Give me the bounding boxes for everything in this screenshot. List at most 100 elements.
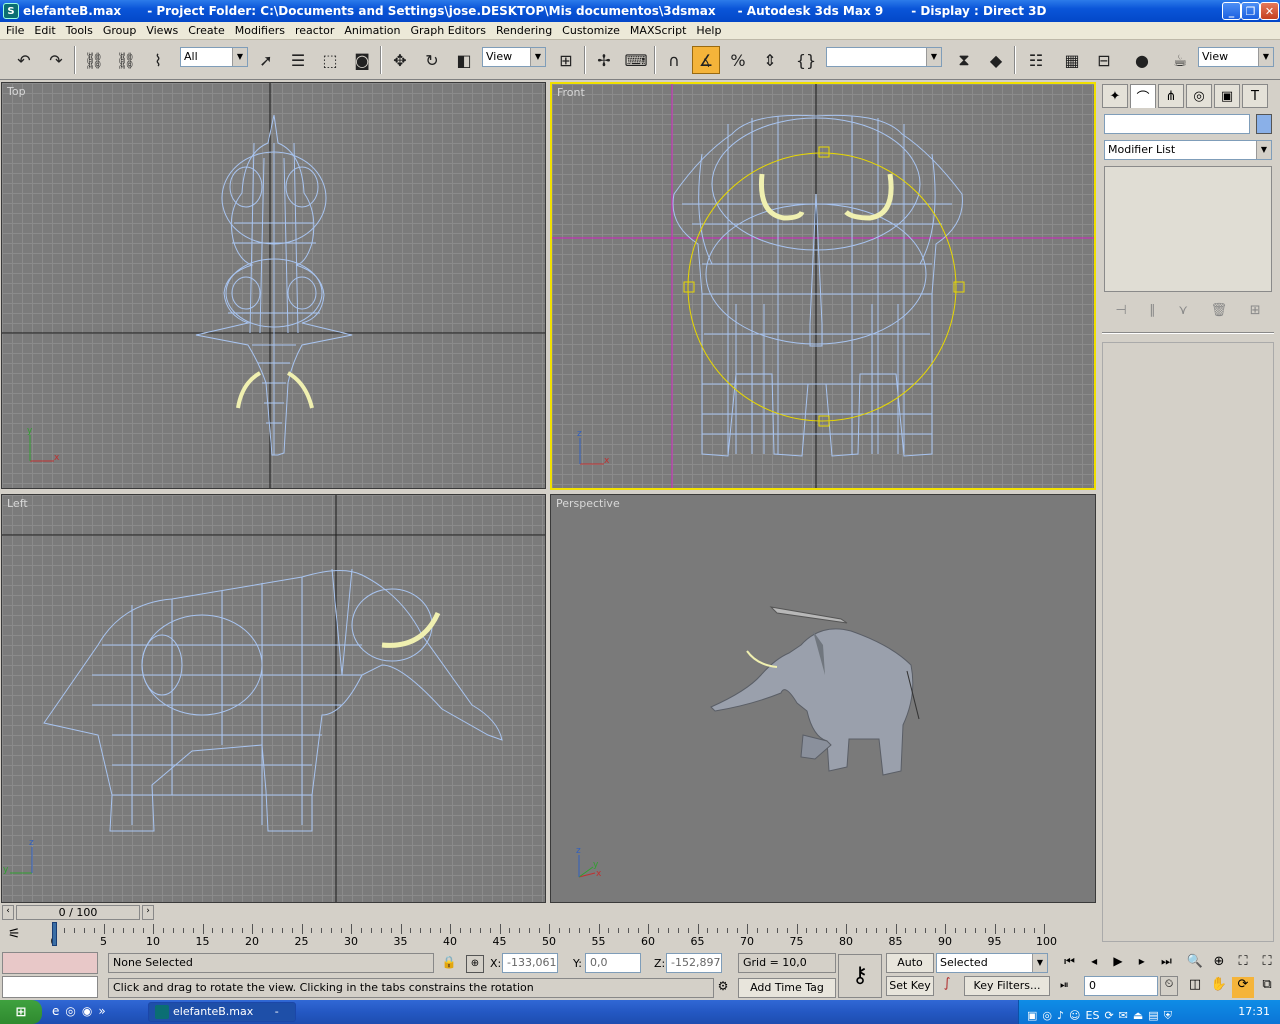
menu-edit[interactable]: Edit xyxy=(29,22,60,40)
set-keys-key-icon[interactable]: ⚷ xyxy=(838,954,882,998)
maximize-viewport-icon[interactable]: ⧉ xyxy=(1256,977,1278,998)
window-crossing-icon[interactable]: ◙ xyxy=(348,46,376,74)
bind-space-warp-icon[interactable]: ⌇ xyxy=(144,46,172,74)
media-player-icon[interactable]: ◉ xyxy=(82,1004,92,1020)
object-name-field[interactable] xyxy=(1104,114,1250,134)
viewport-left[interactable]: y z Left xyxy=(1,494,546,903)
move-icon[interactable]: ✥ xyxy=(386,46,414,74)
auto-key-button[interactable]: Auto Key xyxy=(886,953,934,987)
select-and-manipulate-icon[interactable]: ✢ xyxy=(590,46,618,74)
y-coordinate-field[interactable]: 0,0 xyxy=(585,953,641,973)
named-selection-sets-dropdown[interactable]: ▼ xyxy=(826,47,942,67)
start-button[interactable]: ⊞ xyxy=(0,1000,42,1024)
current-frame-field[interactable]: 0 xyxy=(1084,976,1158,996)
3dsmax-app-icon[interactable]: S xyxy=(3,3,19,19)
zoom-all-icon[interactable]: ⊕ xyxy=(1208,954,1230,975)
maxscript-input[interactable] xyxy=(2,976,98,998)
messenger-icon[interactable]: ☺ xyxy=(1069,1004,1080,1022)
go-to-start-icon[interactable]: ⏮ xyxy=(1064,954,1075,974)
absolute-mode-icon[interactable]: ⊕ xyxy=(466,955,484,973)
field-of-view-icon[interactable]: ◫ xyxy=(1184,977,1206,998)
time-configuration-icon[interactable]: ⏲ xyxy=(1160,976,1178,996)
maximize-button[interactable]: ❐ xyxy=(1241,2,1260,20)
pivot-center-icon[interactable]: ⊞ xyxy=(552,46,580,74)
arc-rotate-icon[interactable]: ⟳ xyxy=(1232,977,1254,998)
viewport-front[interactable]: x z Front xyxy=(550,82,1096,490)
security-icon[interactable]: ⛨ xyxy=(1164,1004,1172,1022)
percent-snap-icon[interactable]: % xyxy=(724,46,752,74)
rectangular-selection-icon[interactable]: ⬚ xyxy=(316,46,344,74)
modify-tab-icon[interactable]: ⌒ xyxy=(1130,84,1156,108)
lock-selection-icon[interactable]: 🔒 xyxy=(440,955,458,973)
pin-stack-icon[interactable]: ⊣ xyxy=(1115,303,1126,318)
snap-status-icon[interactable]: ⚙ xyxy=(714,979,732,997)
render-view-dropdown[interactable]: View ▼ xyxy=(1198,47,1274,67)
menu-file[interactable]: File xyxy=(1,22,29,40)
mirror-icon[interactable]: ⧗ xyxy=(950,46,978,74)
remove-modifier-icon[interactable]: 🗑 xyxy=(1211,303,1228,318)
show-end-result-icon[interactable]: ∥ xyxy=(1149,303,1156,318)
undo-icon[interactable]: ↶ xyxy=(10,46,38,74)
spinner-snap-icon[interactable]: ⇕ xyxy=(756,46,784,74)
viewport-label-front[interactable]: Front xyxy=(557,86,585,99)
redo-icon[interactable]: ↷ xyxy=(42,46,70,74)
quick-launch-more-icon[interactable]: » xyxy=(98,1004,105,1020)
align-icon[interactable]: ◆ xyxy=(982,46,1010,74)
select-and-link-icon[interactable]: ⛓ xyxy=(80,46,108,74)
default-in-out-tangent-icon[interactable]: ∫ xyxy=(936,976,958,996)
motion-tab-icon[interactable]: ◎ xyxy=(1186,84,1212,108)
render-scene-icon[interactable]: ☕ xyxy=(1166,46,1194,74)
pan-view-icon[interactable]: ✋ xyxy=(1208,977,1230,998)
menu-help[interactable]: Help xyxy=(691,22,726,40)
close-button[interactable]: ✕ xyxy=(1260,2,1279,20)
configure-modifier-sets-icon[interactable]: ⊞ xyxy=(1250,303,1261,318)
slider-prev-icon[interactable]: ‹ xyxy=(2,905,14,920)
next-frame-icon[interactable]: ▸ xyxy=(1139,954,1145,974)
reference-coord-dropdown[interactable]: View ▼ xyxy=(482,47,546,67)
viewport-label-top[interactable]: Top xyxy=(7,85,26,98)
menu-maxscript[interactable]: MAXScript xyxy=(625,22,691,40)
menu-group[interactable]: Group xyxy=(98,22,142,40)
selection-filter-dropdown[interactable]: All ▼ xyxy=(180,47,248,67)
viewport-label-perspective[interactable]: Perspective xyxy=(556,497,620,510)
edit-named-selection-icon[interactable]: {} xyxy=(792,46,820,74)
display-tab-icon[interactable]: ▣ xyxy=(1214,84,1240,108)
viewport-perspective[interactable]: x y z Perspective xyxy=(550,494,1096,903)
safely-remove-icon[interactable]: ⏏ xyxy=(1133,1004,1143,1022)
volume-icon[interactable]: ♪ xyxy=(1057,1004,1064,1022)
language-icon[interactable]: ES xyxy=(1086,1004,1100,1022)
x-coordinate-field[interactable]: -133,061 xyxy=(502,953,558,973)
modifier-list-dropdown[interactable]: Modifier List ▼ xyxy=(1104,140,1272,160)
select-by-name-icon[interactable]: ☰ xyxy=(284,46,312,74)
update-icon[interactable]: ⟳ xyxy=(1104,1004,1113,1022)
internet-explorer-icon[interactable]: e xyxy=(52,1004,59,1020)
hierarchy-tab-icon[interactable]: ⋔ xyxy=(1158,84,1184,108)
modifier-stack[interactable] xyxy=(1104,166,1272,292)
previous-frame-icon[interactable]: ◂ xyxy=(1091,954,1097,974)
viewport-top[interactable]: x y Top xyxy=(1,82,546,489)
maxscript-listener-mini[interactable] xyxy=(2,952,98,974)
mail-icon[interactable]: ✉ xyxy=(1119,1004,1128,1022)
menu-reactor[interactable]: reactor xyxy=(290,22,339,40)
set-key-button[interactable]: Set Key xyxy=(886,976,934,996)
schematic-view-icon[interactable]: ⊟ xyxy=(1090,46,1118,74)
keyboard-shortcut-override-icon[interactable]: ⌨ xyxy=(622,46,650,74)
menu-animation[interactable]: Animation xyxy=(339,22,405,40)
time-slider-thumb[interactable]: 0 / 100 xyxy=(16,905,140,920)
z-coordinate-field[interactable]: -152,897 xyxy=(666,953,722,973)
display-icon[interactable]: ▤ xyxy=(1148,1004,1158,1022)
track-bar[interactable]: ⚟ 05101520253035404550556065707580859095… xyxy=(0,922,1098,952)
angle-snap-icon[interactable]: ∡ xyxy=(692,46,720,74)
menu-create[interactable]: Create xyxy=(183,22,230,40)
key-mode-dropdown[interactable]: Selected ▼ xyxy=(936,953,1048,973)
create-tab-icon[interactable]: ✦ xyxy=(1102,84,1128,108)
unlink-icon[interactable]: ⛓ xyxy=(112,46,140,74)
utilities-tab-icon[interactable]: T xyxy=(1242,84,1268,108)
play-icon[interactable]: ▶ xyxy=(1113,954,1122,974)
menu-rendering[interactable]: Rendering xyxy=(491,22,557,40)
current-time-marker[interactable] xyxy=(52,922,57,946)
curve-editor-icon[interactable]: ▦ xyxy=(1058,46,1086,74)
menu-modifiers[interactable]: Modifiers xyxy=(230,22,290,40)
key-filters-button[interactable]: Key Filters... xyxy=(964,976,1050,996)
menu-views[interactable]: Views xyxy=(141,22,183,40)
